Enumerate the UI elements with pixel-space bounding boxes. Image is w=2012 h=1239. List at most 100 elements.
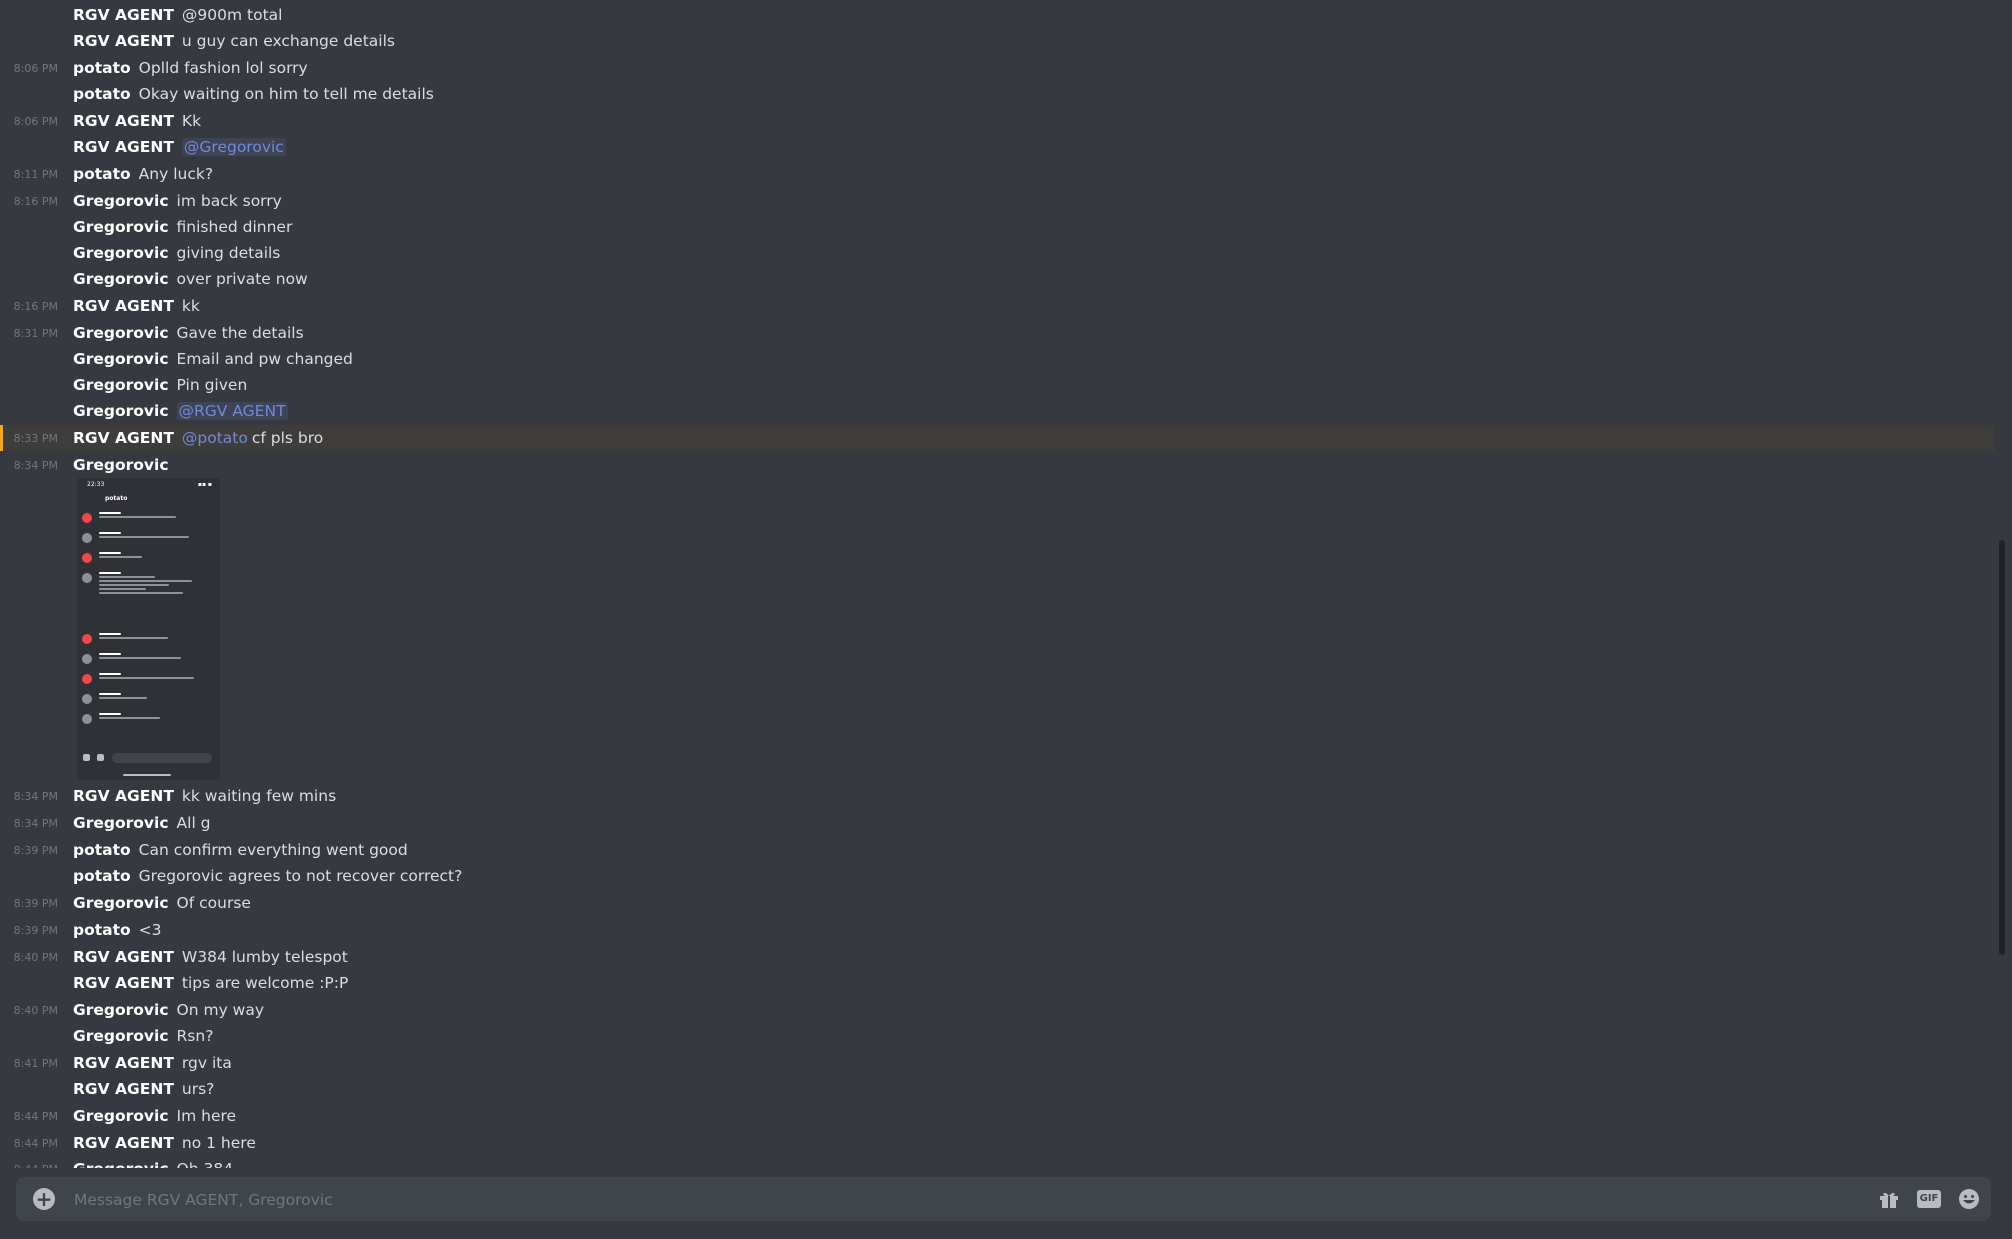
attachment-status-time: 22:33 — [87, 481, 105, 488]
message-row[interactable]: RGV AGENT urs? — [0, 1076, 1995, 1102]
message-row[interactable]: 8:16 PM Gregorovic im back sorry — [0, 188, 1995, 214]
message-author[interactable]: Gregorovic — [73, 324, 169, 342]
message-text: All g — [176, 814, 211, 832]
message-author[interactable]: RGV AGENT — [73, 1134, 174, 1152]
message-author[interactable]: Gregorovic — [73, 350, 169, 368]
user-mention[interactable]: @RGV AGENT — [176, 402, 288, 420]
message-author[interactable]: RGV AGENT — [73, 6, 174, 24]
message-row[interactable]: Gregorovic finished dinner — [0, 214, 1995, 240]
message-author[interactable]: Gregorovic — [73, 456, 169, 474]
message-row[interactable]: 8:44 PM Gregorovic Oh 384 — [0, 1156, 1995, 1168]
message-author[interactable]: RGV AGENT — [73, 32, 174, 50]
message-author[interactable]: potato — [73, 165, 131, 183]
message-text: Of course — [176, 894, 251, 912]
message-author[interactable]: RGV AGENT — [73, 429, 174, 447]
message-text: Can confirm everything went good — [138, 841, 408, 859]
user-mention[interactable]: @Gregorovic — [181, 138, 286, 156]
message-row[interactable]: RGV AGENT tips are welcome :P:P — [0, 970, 1995, 996]
message-author[interactable]: RGV AGENT — [73, 787, 174, 805]
message-author[interactable]: potato — [73, 59, 131, 77]
gif-label: GIF — [1917, 1190, 1941, 1208]
message-author[interactable]: Gregorovic — [73, 244, 169, 262]
message-row[interactable]: Gregorovic giving details — [0, 240, 1995, 266]
message-row[interactable]: potato Okay waiting on him to tell me det… — [0, 81, 1995, 107]
gift-icon[interactable] — [1877, 1188, 1901, 1210]
message-timestamp: 8:33 PM — [13, 431, 58, 445]
message-row[interactable]: RGV AGENT @Gregorovic — [0, 134, 1995, 160]
message-row[interactable]: 8:06 PM potato Oplld fashion lol sorry — [0, 55, 1995, 81]
screenshot-attachment[interactable]: 22:33 ▪▪ ▪ potato — [77, 478, 220, 780]
message-text: On my way — [176, 1001, 265, 1019]
message-row[interactable]: 8:34 PM Gregorovic — [0, 452, 1995, 478]
message-author[interactable]: Gregorovic — [73, 1107, 169, 1125]
message-row[interactable]: 8:06 PM RGV AGENT Kk — [0, 108, 1995, 134]
message-timestamp: 8:16 PM — [13, 299, 58, 313]
message-input[interactable] — [72, 1177, 1576, 1223]
message-text: Okay waiting on him to tell me details — [138, 85, 434, 103]
message-row[interactable]: 8:40 PM Gregorovic On my way — [0, 997, 1995, 1023]
attachment-mini-lines — [99, 673, 204, 681]
attachment-mini-lines — [99, 532, 204, 540]
avatar — [82, 573, 92, 583]
message-row[interactable]: Gregorovic Rsn? — [0, 1023, 1995, 1049]
message-list[interactable]: RGV AGENT @900m total RGV AGENT u guy can e… — [0, 0, 1995, 1168]
message-row[interactable]: 8:31 PM Gregorovic Gave the details — [0, 320, 1995, 346]
message-text: urs? — [181, 1080, 215, 1098]
message-author[interactable]: Gregorovic — [73, 894, 169, 912]
message-row[interactable]: 8:34 PM RGV AGENT kk waiting few mins — [0, 783, 1995, 809]
attachment-mini-lines — [99, 693, 204, 701]
message-author[interactable]: potato — [73, 841, 131, 859]
avatar — [82, 654, 92, 664]
attachment-mini-message — [82, 693, 212, 705]
message-author[interactable]: RGV AGENT — [73, 297, 174, 315]
message-row[interactable]: 8:34 PM Gregorovic All g — [0, 810, 1995, 836]
message-author[interactable]: Gregorovic — [73, 814, 169, 832]
message-row[interactable]: 8:11 PM potato Any luck? — [0, 161, 1995, 187]
message-row[interactable]: Gregorovic over private now — [0, 266, 1995, 292]
avatar — [82, 694, 92, 704]
message-row[interactable]: 8:39 PM Gregorovic Of course — [0, 890, 1995, 916]
message-text: giving details — [176, 244, 281, 262]
message-row[interactable]: Gregorovic Pin given — [0, 372, 1995, 398]
scrollbar-thumb[interactable] — [1999, 540, 2005, 955]
message-author[interactable]: Gregorovic — [73, 1027, 169, 1045]
message-author[interactable]: Gregorovic — [73, 270, 169, 288]
gif-button[interactable]: GIF — [1917, 1188, 1941, 1210]
message-row[interactable]: RGV AGENT u guy can exchange details — [0, 28, 1995, 54]
message-row[interactable]: 8:40 PM RGV AGENT W384 lumby telespot — [0, 944, 1995, 970]
message-row[interactable]: 8:39 PM potato <3 — [0, 917, 1995, 943]
message-row[interactable]: 8:44 PM RGV AGENT no 1 here — [0, 1130, 1995, 1156]
user-mention[interactable]: @potato — [182, 429, 248, 447]
message-row[interactable]: 8:41 PM RGV AGENT rgv ita — [0, 1050, 1995, 1076]
message-row[interactable]: 8:44 PM Gregorovic Im here — [0, 1103, 1995, 1129]
message-text: tips are welcome :P:P — [181, 974, 349, 992]
message-row[interactable]: RGV AGENT @900m total — [0, 2, 1995, 28]
message-row[interactable]: potato Gregorovic agrees to not recover c… — [0, 863, 1995, 889]
message-author[interactable]: RGV AGENT — [73, 948, 174, 966]
message-author[interactable]: potato — [73, 921, 131, 939]
message-author[interactable]: Gregorovic — [73, 218, 169, 236]
emoji-icon[interactable] — [1957, 1188, 1981, 1210]
message-author[interactable]: RGV AGENT — [73, 1080, 174, 1098]
message-row[interactable]: 8:33 PM RGV AGENT @potato cf pls bro — [0, 425, 1995, 451]
message-author[interactable]: Gregorovic — [73, 192, 169, 210]
message-row[interactable]: 8:16 PM RGV AGENT kk — [0, 293, 1995, 319]
message-author[interactable]: RGV AGENT — [73, 112, 174, 130]
message-author[interactable]: Gregorovic — [73, 402, 169, 420]
message-row[interactable]: Gregorovic Email and pw changed — [0, 346, 1995, 372]
message-author[interactable]: RGV AGENT — [73, 974, 174, 992]
message-timestamp: 8:16 PM — [13, 194, 58, 208]
message-row[interactable]: Gregorovic @RGV AGENT — [0, 398, 1995, 424]
attachment-mini-lines — [99, 552, 204, 560]
message-timestamp: 8:06 PM — [13, 61, 58, 75]
message-author[interactable]: potato — [73, 85, 131, 103]
message-author[interactable]: RGV AGENT — [73, 138, 174, 156]
message-text: Any luck? — [138, 165, 214, 183]
message-author[interactable]: potato — [73, 867, 131, 885]
plus-circle-icon[interactable]: + — [33, 1188, 55, 1210]
message-author[interactable]: RGV AGENT — [73, 1054, 174, 1072]
message-author[interactable]: Gregorovic — [73, 1001, 169, 1019]
message-row[interactable]: 8:39 PM potato Can confirm everything went… — [0, 837, 1995, 863]
message-author[interactable]: Gregorovic — [73, 1160, 169, 1168]
message-author[interactable]: Gregorovic — [73, 376, 169, 394]
